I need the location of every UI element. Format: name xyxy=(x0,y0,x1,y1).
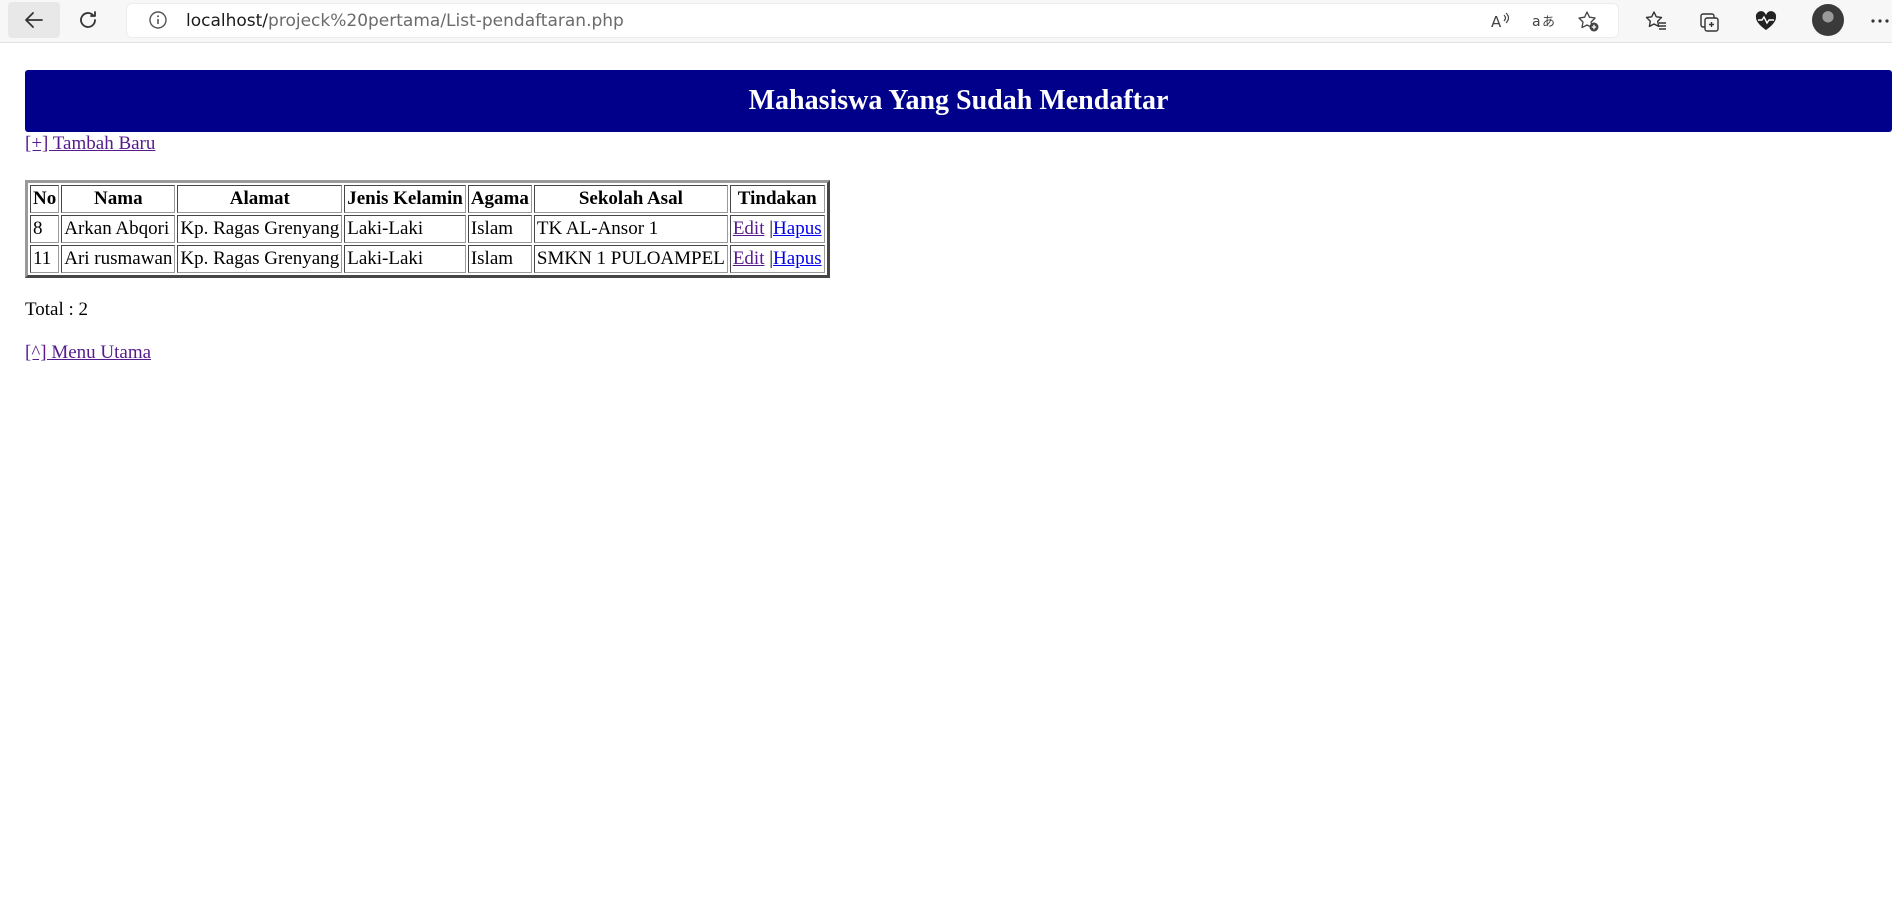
info-icon[interactable] xyxy=(148,10,168,30)
delete-link[interactable]: Hapus xyxy=(773,218,822,239)
page-title: Mahasiswa Yang Sudah Mendaftar xyxy=(748,85,1169,116)
cell-tindakan: Edit |Hapus xyxy=(729,215,825,243)
back-arrow-icon[interactable] xyxy=(8,2,60,38)
cell-nama: Arkan Abqori xyxy=(61,215,176,243)
cell-sekolah-asal: SMKN 1 PULOAMPEL xyxy=(533,245,728,273)
url-host: localhost/ xyxy=(186,11,269,31)
cell-tindakan: Edit |Hapus xyxy=(729,245,825,273)
column-header-agama: Agama xyxy=(467,185,532,213)
column-header-jenis-kelamin: Jenis Kelamin xyxy=(344,185,466,213)
svg-text:A: A xyxy=(1491,13,1502,31)
favorites-icon[interactable] xyxy=(1642,7,1670,35)
page-header-bar: Mahasiswa Yang Sudah Mendaftar xyxy=(25,70,1892,132)
column-header-tindakan: Tindakan xyxy=(729,185,825,213)
translate-icon[interactable]: aあ xyxy=(1531,9,1555,33)
cell-alamat: Kp. Ragas Grenyang xyxy=(177,215,343,243)
svg-text:a: a xyxy=(1532,14,1541,30)
browser-essentials-icon[interactable] xyxy=(1752,7,1780,35)
profile-avatar[interactable] xyxy=(1812,4,1844,36)
more-options-icon[interactable] xyxy=(1866,7,1892,35)
address-bar[interactable]: localhost/projeck%20pertama/List-pendaft… xyxy=(126,3,1619,38)
main-menu-link[interactable]: [^] Menu Utama xyxy=(25,342,151,364)
cell-nama: Ari rusmawan xyxy=(61,245,176,273)
table-row: 11 Ari rusmawan Kp. Ragas Grenyang Laki-… xyxy=(30,245,825,273)
read-aloud-icon[interactable]: A xyxy=(1488,9,1512,33)
browser-toolbar: localhost/projeck%20pertama/List-pendaft… xyxy=(0,0,1892,43)
cell-no: 8 xyxy=(30,215,60,243)
url-path: projeck%20pertama/List-pendaftaran.php xyxy=(268,11,624,31)
cell-jenis-kelamin: Laki-Laki xyxy=(344,215,466,243)
cell-jenis-kelamin: Laki-Laki xyxy=(344,245,466,273)
cell-agama: Islam xyxy=(467,215,532,243)
cell-alamat: Kp. Ragas Grenyang xyxy=(177,245,343,273)
column-header-no: No xyxy=(30,185,60,213)
delete-link[interactable]: Hapus xyxy=(773,248,822,269)
add-favorite-icon[interactable] xyxy=(1576,9,1600,33)
total-count: Total : 2 xyxy=(25,299,89,320)
cell-agama: Islam xyxy=(467,245,532,273)
reload-icon[interactable] xyxy=(62,2,114,38)
edit-link[interactable]: Edit xyxy=(733,248,765,269)
url-text[interactable]: localhost/projeck%20pertama/List-pendaft… xyxy=(186,11,624,31)
add-new-link[interactable]: [+] Tambah Baru xyxy=(25,133,155,155)
registrants-table: No Nama Alamat Jenis Kelamin Agama Sekol… xyxy=(25,180,830,278)
edit-link[interactable]: Edit xyxy=(733,218,765,239)
cell-sekolah-asal: TK AL-Ansor 1 xyxy=(533,215,728,243)
svg-text:あ: あ xyxy=(1542,15,1555,30)
cell-no: 11 xyxy=(30,245,60,273)
collections-icon[interactable] xyxy=(1696,7,1724,35)
table-header-row: No Nama Alamat Jenis Kelamin Agama Sekol… xyxy=(30,185,825,213)
table-row: 8 Arkan Abqori Kp. Ragas Grenyang Laki-L… xyxy=(30,215,825,243)
column-header-alamat: Alamat xyxy=(177,185,343,213)
column-header-nama: Nama xyxy=(61,185,176,213)
column-header-sekolah-asal: Sekolah Asal xyxy=(533,185,728,213)
page-content: Mahasiswa Yang Sudah Mendaftar [+] Tamba… xyxy=(0,43,1892,913)
